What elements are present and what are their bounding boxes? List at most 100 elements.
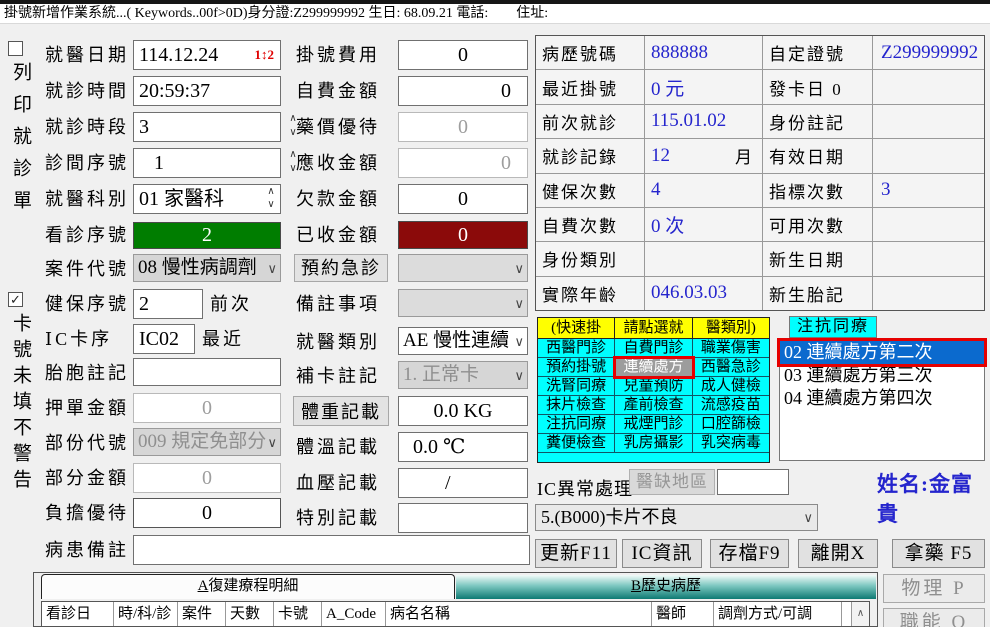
scroll-up-arrow[interactable]: ∧ [851, 602, 869, 626]
info-grid-row: 就診記錄12月有效日期 [536, 139, 984, 173]
info-value [873, 242, 984, 275]
chevron-down-icon[interactable]: ∨ [514, 329, 524, 355]
therapy-item[interactable]: 02 連續處方第二次 [780, 341, 984, 364]
ic-info-button[interactable]: IC資訊 [622, 539, 702, 568]
blood-pressure-field[interactable]: / [398, 468, 528, 498]
quick-cell[interactable]: 乳突病毒 [693, 434, 769, 453]
physical-therapy-button[interactable]: 物理 P [883, 574, 985, 603]
exit-button[interactable]: 離開X [798, 539, 878, 568]
info-value [873, 208, 984, 241]
chevron-down-icon[interactable]: ∨ [514, 291, 524, 317]
remark-dropdown[interactable]: ∨ [398, 289, 528, 317]
copay-code-dropdown[interactable]: 009 規定免部分 ∨ [133, 428, 281, 456]
info-label: 身份註記 [763, 105, 873, 138]
dept-field[interactable]: 01 家醫科 ∧∨ [133, 184, 281, 214]
deposit-field[interactable]: 0 [133, 393, 281, 423]
therapy-item[interactable]: 04 連續處方第四次 [780, 387, 984, 410]
patient-note-field[interactable] [133, 535, 530, 565]
quick-cell[interactable]: 職業傷害 [693, 339, 769, 358]
receivable-field[interactable]: 0 [398, 148, 528, 178]
window-title: 掛號新增作業系統...( Keywords..00f>0D)身分證:Z29999… [0, 4, 990, 24]
time-slot-field[interactable]: 3 [133, 112, 281, 142]
quick-cell[interactable]: 連續處方 [615, 358, 692, 377]
ic-seq-field[interactable]: IC02 [133, 324, 195, 354]
no-card-warning-checkbox[interactable]: ✓ [8, 292, 23, 307]
quick-cell[interactable]: 口腔篩檢 [693, 415, 769, 434]
quick-cell[interactable]: 西醫急診 [693, 358, 769, 377]
info-value-suffix: 月 [735, 143, 762, 168]
quick-cell[interactable]: 抹片檢查 [538, 396, 615, 415]
quick-cell[interactable]: 兒童預防 [615, 377, 692, 396]
chevron-down-icon[interactable]: ∨ [803, 505, 813, 530]
remark-label: 備註事項 [296, 289, 380, 319]
card-note-dropdown[interactable]: 1. 正常卡 ∨ [398, 361, 528, 389]
therapy-item[interactable]: 03 連續處方第三次 [780, 364, 984, 387]
quick-cell[interactable]: 注抗同療 [538, 415, 615, 434]
chevron-down-icon[interactable]: ∨ [267, 430, 277, 456]
case-code-dropdown[interactable]: 08 慢性病調劑 ∨ [133, 254, 281, 282]
date-cursor-marker: 1↕2 [255, 48, 275, 62]
chevron-down-icon[interactable]: ∨ [267, 256, 277, 282]
table-header-cell: 看診日 [42, 602, 114, 626]
quick-cell[interactable]: 自費門診 [615, 339, 692, 358]
chevron-down-icon[interactable]: ∨ [514, 363, 524, 389]
spin-down-icon[interactable]: ∨ [264, 198, 278, 211]
visit-time-field[interactable]: 20:59:37 [133, 76, 281, 106]
ic-error-value: 5.(B000)卡片不良 [541, 507, 678, 527]
arrears-field[interactable]: 0 [398, 184, 528, 214]
print-slip-checkbox[interactable] [8, 41, 23, 56]
occupational-therapy-button[interactable]: 職能 O [883, 608, 985, 627]
update-f11-button[interactable]: 更新F11 [535, 539, 617, 568]
spin-up-icon[interactable]: ∧ [264, 185, 278, 198]
room-seq-label: 診間序號 [45, 148, 129, 178]
received-field[interactable]: 0 [398, 221, 528, 249]
discount-field[interactable]: 0 [133, 498, 281, 528]
table-header-cell: A_Code [322, 602, 386, 626]
nhi-seq-field[interactable]: 2 [133, 289, 203, 319]
visit-date-field[interactable]: 114.12.24 1↕2 [133, 40, 281, 70]
visit-type-dropdown[interactable]: AE 慢性連續 ∨ [398, 327, 528, 355]
quick-cell[interactable]: 西醫門診 [538, 339, 615, 358]
quick-row: 注抗同療戒煙門診口腔篩檢 [538, 415, 769, 434]
nhi-seq-label: 健保序號 [45, 289, 129, 319]
drug-discount-field[interactable]: 0 [398, 112, 528, 142]
visit-seq-field[interactable]: 2 [133, 222, 281, 249]
dept-spinner[interactable]: ∧∨ [264, 185, 278, 213]
room-seq-field[interactable]: 1 [133, 148, 281, 178]
temperature-field[interactable]: 0.0 ℃ [398, 432, 528, 462]
quick-cell[interactable]: 糞便檢查 [538, 434, 615, 453]
quick-cell[interactable]: 成人健檢 [693, 377, 769, 396]
weight-button[interactable]: 體重記載 [293, 396, 389, 426]
card-note-value: 1. 正常卡 [403, 364, 479, 385]
quick-cell[interactable]: 流感疫苗 [693, 396, 769, 415]
shortage-area-button[interactable]: 醫缺地區 [629, 469, 715, 495]
quick-cell[interactable]: 洗腎同療 [538, 377, 615, 396]
dept-value: 01 家醫科 [139, 188, 224, 210]
quick-cell[interactable]: 戒煙門診 [615, 415, 692, 434]
shortage-area-input[interactable] [717, 469, 789, 495]
table-header-cell: 案件 [178, 602, 226, 626]
ic-error-label: IC異常處理 [537, 474, 633, 504]
table-header-cell: 時/科/診 [114, 602, 178, 626]
reserve-er-dropdown[interactable]: ∨ [398, 254, 528, 282]
save-f9-button[interactable]: 存檔F9 [710, 539, 789, 568]
copay-amt-field[interactable]: 0 [133, 463, 281, 493]
quick-cell[interactable]: 乳房攝影 [615, 434, 692, 453]
self-pay-field[interactable]: 0 [398, 76, 528, 106]
chevron-down-icon[interactable]: ∨ [514, 256, 524, 282]
quick-cell[interactable]: 產前檢查 [615, 396, 692, 415]
info-label: 自定證號 [763, 36, 873, 69]
tab-rehab-detail[interactable]: A復建療程明細 [41, 574, 455, 599]
info-value [873, 70, 984, 103]
fetal-note-field[interactable] [133, 358, 281, 386]
ic-error-dropdown[interactable]: 5.(B000)卡片不良 ∨ [535, 504, 818, 531]
reserve-er-button[interactable]: 預約急診 [294, 254, 388, 282]
tab-history-record[interactable]: B歷史病歷 [456, 575, 876, 599]
quick-select-body: 西醫門診自費門診職業傷害預約掛號連續處方西醫急診洗腎同療兒童預防成人健檢抹片檢查… [538, 339, 769, 453]
info-grid-row: 前次就診115.01.02身份註記 [536, 105, 984, 139]
reg-fee-field[interactable]: 0 [398, 40, 528, 70]
special-note-field[interactable] [398, 503, 528, 533]
weight-field[interactable]: 0.0 KG [398, 396, 528, 426]
quick-cell[interactable]: 預約掛號 [538, 358, 615, 377]
get-medicine-f5-button[interactable]: 拿藥 F5 [892, 539, 985, 568]
